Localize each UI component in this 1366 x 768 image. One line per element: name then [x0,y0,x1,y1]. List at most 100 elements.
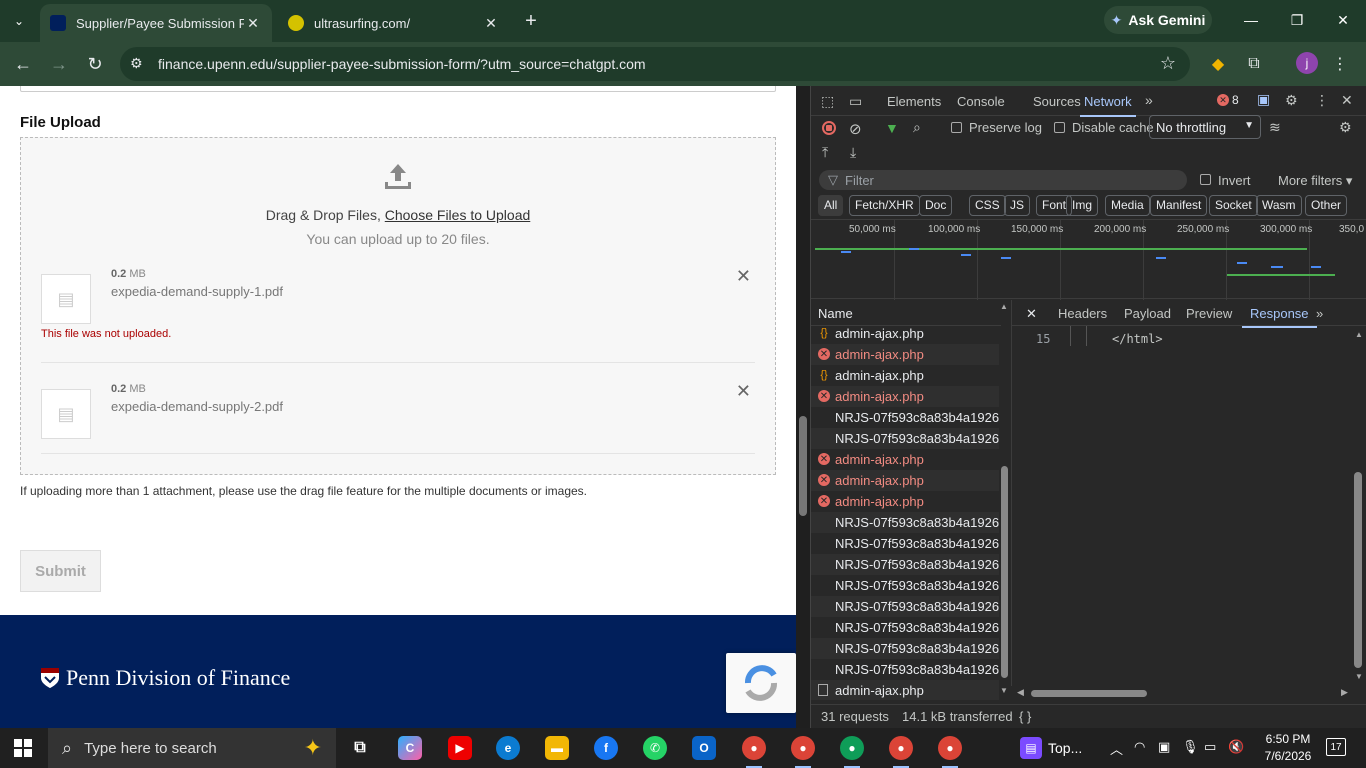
volume-muted-icon[interactable]: 🔇 [1228,739,1244,755]
filter-funnel-icon[interactable]: ▼ [885,120,899,136]
tab-elements[interactable]: Elements [887,94,941,109]
filter-chip-fetch-xhr[interactable]: Fetch/XHR [849,195,920,216]
youtube-app-icon[interactable]: ▶ [448,736,472,760]
scroll-right-icon[interactable]: ▶ [1341,687,1348,698]
error-count-badge[interactable]: ✕ 8 [1217,93,1239,107]
network-request-row[interactable]: NRJS-07f593c8a83b4a1926... [811,659,999,680]
network-request-row[interactable]: NRJS-07f593c8a83b4a1926... [811,617,999,638]
battery-icon[interactable]: ▭ [1204,739,1216,755]
settings-gear-icon[interactable]: ⚙ [1285,92,1298,109]
filter-chip-js[interactable]: JS [1004,195,1031,216]
forward-button[interactable]: → [45,50,73,78]
network-request-row[interactable]: NRJS-07f593c8a83b4a1926... [811,512,999,533]
filter-chip-img[interactable]: Img [1066,195,1099,216]
show-hidden-icons[interactable]: ︿ [1110,739,1123,758]
scrollbar-thumb[interactable] [1001,466,1008,678]
pretty-print-button[interactable]: { } [1019,709,1031,724]
network-request-row[interactable]: ✕ admin-ajax.php [811,470,999,491]
network-conditions-icon[interactable]: ≋ [1269,119,1281,136]
response-hscrollbar-thumb[interactable] [1031,690,1147,697]
tab-preview[interactable]: Preview [1186,306,1232,321]
filter-chip-css[interactable]: CSS [969,195,1006,216]
file-explorer-icon[interactable]: ▬ [545,736,569,760]
file-dropzone[interactable]: Drag & Drop Files, Choose Files to Uploa… [20,137,776,475]
text-area-bottom[interactable] [20,86,776,92]
close-tab-icon[interactable]: ✕ [244,15,262,32]
filter-chip-socket[interactable]: Socket [1209,195,1258,216]
tab-supplier-form[interactable]: Supplier/Payee Submission For ✕ [40,4,272,42]
tab-sources[interactable]: Sources [1033,94,1081,109]
tab-console[interactable]: Console [957,94,1005,109]
network-request-row[interactable]: {} admin-ajax.php [811,326,999,344]
restore-button[interactable]: ❐ [1282,8,1312,32]
import-har-icon[interactable]: ⤒ [822,144,828,161]
meet-now-icon[interactable]: ▣ [1158,739,1170,755]
extension-icon[interactable]: ◆ [1206,52,1230,76]
more-filters-button[interactable]: More filters ▾ [1278,173,1352,189]
response-scrollbar-thumb[interactable] [1354,472,1362,668]
record-stop-icon[interactable] [822,121,836,135]
remove-file-icon[interactable]: ✕ [736,381,751,402]
response-viewer[interactable]: 15 </html> [1011,326,1366,686]
tab-network[interactable]: Network [1080,94,1136,117]
close-window-button[interactable]: ✕ [1328,8,1358,32]
taskbar-search-box[interactable]: ⌕ Type here to search ✦ [48,728,336,768]
news-widget[interactable]: ▤ Top... [1020,736,1090,760]
more-tabs-chevron-icon[interactable]: » [1145,92,1153,108]
search-icon[interactable]: ⌕ [913,119,921,136]
invert-checkbox[interactable] [1200,174,1211,185]
tab-response[interactable]: Response [1242,306,1317,328]
chrome-profile-2-icon[interactable]: ● [791,736,815,768]
chrome-profile-4-icon[interactable]: ● [889,736,913,768]
network-request-row[interactable]: NRJS-07f593c8a83b4a1926... [811,428,999,449]
chrome-profile-1-icon[interactable]: ● [742,736,766,768]
chrome-active-icon[interactable]: ● [938,736,962,768]
network-timeline[interactable]: 50,000 ms 100,000 ms 150,000 ms 200,000 … [811,219,1366,300]
filter-input[interactable]: ▽ Filter [819,170,1187,190]
url-text[interactable]: finance.upenn.edu/supplier-payee-submiss… [158,56,646,72]
network-request-row[interactable]: NRJS-07f593c8a83b4a1926... [811,407,999,428]
copilot-app-icon[interactable]: C [398,736,422,760]
back-button[interactable]: ← [9,50,37,78]
scroll-up-icon[interactable]: ▲ [1355,330,1363,339]
request-list-scrollbar[interactable]: ▲ ▼ [999,300,1011,700]
address-bar[interactable]: ⚙ finance.upenn.edu/supplier-payee-submi… [120,47,1190,81]
network-request-row[interactable]: NRJS-07f593c8a83b4a1926... [811,554,999,575]
chrome-profile-3-icon[interactable]: ● [840,736,864,768]
filter-chip-all[interactable]: All [818,195,844,216]
windows-start-icon[interactable] [14,739,32,757]
filter-chip-manifest[interactable]: Manifest [1150,195,1208,216]
edge-app-icon[interactable]: e [496,736,520,760]
throttling-select[interactable]: No throttling ▼ [1149,115,1261,139]
preserve-log-checkbox[interactable] [951,122,962,133]
recaptcha-badge[interactable] [726,653,796,713]
notification-center-icon[interactable]: 17 [1326,738,1346,756]
extensions-puzzle-icon[interactable]: ⧉ [1242,52,1266,76]
network-request-row[interactable]: {} admin-ajax.php [811,365,999,386]
issues-icon[interactable]: ▣ [1257,91,1270,108]
tab-payload[interactable]: Payload [1124,306,1171,321]
name-column-header[interactable]: Name [811,300,1001,326]
facebook-app-icon[interactable]: f [594,736,618,760]
copilot-sparkle-icon[interactable]: ✦ [304,735,322,761]
close-devtools-icon[interactable]: ✕ [1341,92,1353,109]
export-har-icon[interactable]: ⤓ [850,144,856,161]
outlook-app-icon[interactable]: O [692,736,716,760]
reload-button[interactable]: ↻ [81,50,109,78]
clear-icon[interactable]: ⊘ [849,120,862,138]
whatsapp-app-icon[interactable]: ✆ [643,736,667,760]
disable-cache-checkbox[interactable] [1054,122,1065,133]
network-request-row[interactable]: NRJS-07f593c8a83b4a1926... [811,596,999,617]
devtools-menu-icon[interactable]: ⋮ [1315,92,1329,109]
more-detail-tabs-icon[interactable]: » [1316,306,1323,321]
filter-chip-other[interactable]: Other [1305,195,1348,216]
task-view-icon[interactable]: ⧉ [348,736,372,760]
filter-chip-media[interactable]: Media [1105,195,1150,216]
network-request-row[interactable]: NRJS-07f593c8a83b4a1926... [811,638,999,659]
new-tab-button[interactable]: + [518,8,544,34]
network-request-row[interactable]: NRJS-07f593c8a83b4a1926... [811,533,999,554]
page-scrollbar-thumb[interactable] [799,416,807,516]
ask-gemini-button[interactable]: ✦ Ask Gemini [1104,6,1212,34]
site-info-icon[interactable]: ⚙ [130,55,143,72]
submit-button[interactable]: Submit [20,550,101,592]
